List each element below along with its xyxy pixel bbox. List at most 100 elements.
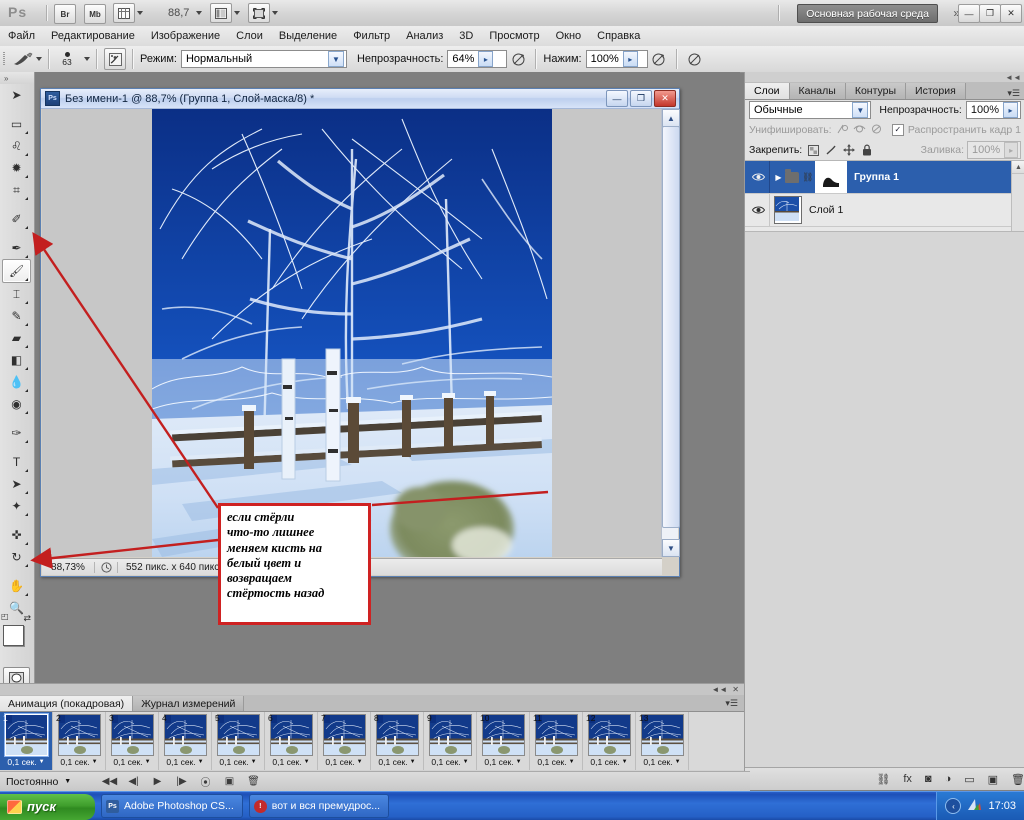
menu-item-7[interactable]: 3D xyxy=(451,26,481,46)
chevron-down-icon[interactable]: ▼ xyxy=(675,759,681,765)
panel-collapse-controls[interactable]: ◄◄ xyxy=(745,72,1024,82)
layer-mask-button[interactable]: ◙ xyxy=(925,773,932,785)
bridge-button[interactable]: Br xyxy=(54,4,76,24)
panel-tab-слои[interactable]: Слои xyxy=(745,83,790,99)
layer-row-layer-1[interactable]: Слой 1 xyxy=(745,194,1024,227)
frame-thumbnail[interactable] xyxy=(269,714,313,756)
animation-panel-menu-icon[interactable]: ▾☰ xyxy=(725,698,738,709)
zoom-dropdown[interactable] xyxy=(196,4,202,22)
panel-tab-контуры[interactable]: Контуры xyxy=(845,83,907,99)
path-selection-tool[interactable]: ➤ xyxy=(3,473,30,495)
pen-tool[interactable]: ✑ xyxy=(3,422,30,444)
animation-frame[interactable]: 12 0,1 сек. ▼ xyxy=(583,712,636,770)
link-mask-icon[interactable]: ⛓ xyxy=(802,172,813,183)
close-icon[interactable]: ✕ xyxy=(732,685,739,694)
propagate-checkbox[interactable]: ✓ xyxy=(891,124,904,136)
menu-item-2[interactable]: Изображение xyxy=(143,26,228,46)
frame-delay[interactable]: 0,1 сек. ▼ xyxy=(537,757,574,767)
menu-item-0[interactable]: Файл xyxy=(0,26,43,46)
marquee-tool[interactable]: ▭ xyxy=(3,113,30,135)
frame-delay[interactable]: 0,1 сек. ▼ xyxy=(113,757,150,767)
frame-thumbnail[interactable] xyxy=(57,714,101,756)
options-bar-grip[interactable] xyxy=(0,46,10,72)
minimize-button[interactable]: — xyxy=(958,4,980,23)
brush-tool[interactable]: 🖌 xyxy=(2,259,31,283)
layer-blend-mode-select[interactable]: Обычные ▼ xyxy=(749,101,872,119)
link-layers-button[interactable]: ⛓ xyxy=(876,773,890,786)
animation-frame[interactable]: 10 0,1 сек. ▼ xyxy=(477,712,530,770)
lasso-tool[interactable]: ♌ xyxy=(3,135,30,157)
select-first-frame-button[interactable]: ◀◀ xyxy=(101,774,118,789)
select-previous-frame-button[interactable]: ◀| xyxy=(125,774,142,789)
mini-bridge-button[interactable]: Mb xyxy=(84,4,106,24)
menu-item-3[interactable]: Слои xyxy=(228,26,271,46)
document-title-bar[interactable]: Ps Без имени-1 @ 88,7% (Группа 1, Слой-м… xyxy=(41,89,679,109)
animation-frame[interactable]: 9 0,1 сек. ▼ xyxy=(424,712,477,770)
pressure-opacity-toggle[interactable] xyxy=(507,49,529,69)
adjustment-layer-button[interactable]: ◑ xyxy=(945,773,952,785)
clone-stamp-tool[interactable]: ⌶ xyxy=(3,283,30,305)
chevron-down-icon[interactable]: ▼ xyxy=(198,759,204,765)
frame-thumbnail[interactable] xyxy=(428,714,472,756)
type-tool[interactable]: T xyxy=(3,451,30,473)
animation-frame[interactable]: 6 0,1 сек. ▼ xyxy=(265,712,318,770)
new-layer-button[interactable]: ▣ xyxy=(988,773,998,786)
animation-frame[interactable]: 13 0,1 сек. ▼ xyxy=(636,712,689,770)
3d-orbit-tool[interactable]: ↻ xyxy=(3,546,30,568)
frame-delay[interactable]: 0,1 сек. ▼ xyxy=(166,757,203,767)
unify-style-icon[interactable] xyxy=(870,123,883,138)
opacity-slider-arrow-icon[interactable]: ▸ xyxy=(478,51,494,67)
lock-image-pixels-icon[interactable] xyxy=(824,145,838,156)
animation-frame[interactable]: 5 0,1 сек. ▼ xyxy=(212,712,265,770)
arrange-documents-button[interactable] xyxy=(210,3,240,23)
chevron-down-icon[interactable]: ▼ xyxy=(516,759,522,765)
taskbar-item-document[interactable]: ! вот и вся премудрос... xyxy=(248,794,390,818)
layer-thumbnail[interactable] xyxy=(774,196,802,224)
scroll-up-button[interactable]: ▲ xyxy=(1012,161,1024,174)
frame-delay[interactable]: 0,1 сек. ▼ xyxy=(484,757,521,767)
history-brush-tool[interactable]: ✎ xyxy=(3,305,30,327)
hand-tool[interactable]: ✋ xyxy=(3,575,30,597)
chevron-down-icon[interactable]: ▼ xyxy=(463,759,469,765)
delete-layer-button[interactable]: 🗑 xyxy=(1011,773,1024,786)
chevron-down-icon[interactable]: ▼ xyxy=(622,759,628,765)
menu-item-4[interactable]: Выделение xyxy=(271,26,345,46)
layer-opacity-input[interactable]: 100% ▸ xyxy=(965,101,1021,119)
loop-select[interactable]: Постоянно ▼ xyxy=(6,776,94,788)
animation-frame[interactable]: 4 0,1 сек. ▼ xyxy=(159,712,212,770)
frame-delay[interactable]: 0,1 сек. ▼ xyxy=(219,757,256,767)
animation-tab-0[interactable]: Анимация (покадровая) xyxy=(0,696,134,711)
zoom-level-value[interactable]: 88,7 xyxy=(168,7,189,19)
frame-thumbnail[interactable] xyxy=(216,714,260,756)
chevron-down-icon[interactable]: ▼ xyxy=(410,759,416,765)
animation-frame[interactable]: 11 0,1 сек. ▼ xyxy=(530,712,583,770)
fill-input[interactable]: 100% ▸ xyxy=(967,141,1021,159)
gradient-tool[interactable]: ◧ xyxy=(3,349,30,371)
dodge-tool[interactable]: ◉ xyxy=(3,393,30,415)
frame-thumbnail[interactable] xyxy=(110,714,154,756)
layer-name[interactable]: Группа 1 xyxy=(854,171,899,183)
frame-delay[interactable]: 0,1 сек. ▼ xyxy=(378,757,415,767)
frame-thumbnail[interactable] xyxy=(322,714,366,756)
play-animation-button[interactable]: ▶ xyxy=(149,774,166,789)
chevron-down-icon[interactable]: ▼ xyxy=(251,759,257,765)
crop-tool[interactable]: ⌗ xyxy=(3,179,30,201)
animation-frame[interactable]: 2 0,1 сек. ▼ xyxy=(53,712,106,770)
workspace-switcher-button[interactable]: Основная рабочая среда xyxy=(797,4,938,23)
close-button[interactable]: ✕ xyxy=(1000,4,1022,23)
shape-tool[interactable]: ✦ xyxy=(3,495,30,517)
frame-thumbnail[interactable] xyxy=(163,714,207,756)
new-group-button[interactable]: ▭ xyxy=(964,773,974,786)
lock-all-icon[interactable] xyxy=(860,144,874,156)
menu-item-6[interactable]: Анализ xyxy=(398,26,451,46)
eraser-tool[interactable]: ▰ xyxy=(3,327,30,349)
restore-button[interactable]: ❐ xyxy=(979,4,1001,23)
tray-network-icon[interactable] xyxy=(967,798,982,814)
duplicate-frame-button[interactable]: ▣ xyxy=(221,774,238,789)
document-restore-button[interactable]: ❐ xyxy=(630,90,652,107)
swap-colors-icon[interactable]: ⇄ xyxy=(23,613,31,624)
toggle-brush-panel-button[interactable] xyxy=(104,48,126,70)
frame-delay[interactable]: 0,1 сек. ▼ xyxy=(431,757,468,767)
taskbar-item-photoshop[interactable]: Ps Adobe Photoshop CS... xyxy=(101,794,243,818)
status-zoom-value[interactable]: 88,73% xyxy=(42,561,95,573)
